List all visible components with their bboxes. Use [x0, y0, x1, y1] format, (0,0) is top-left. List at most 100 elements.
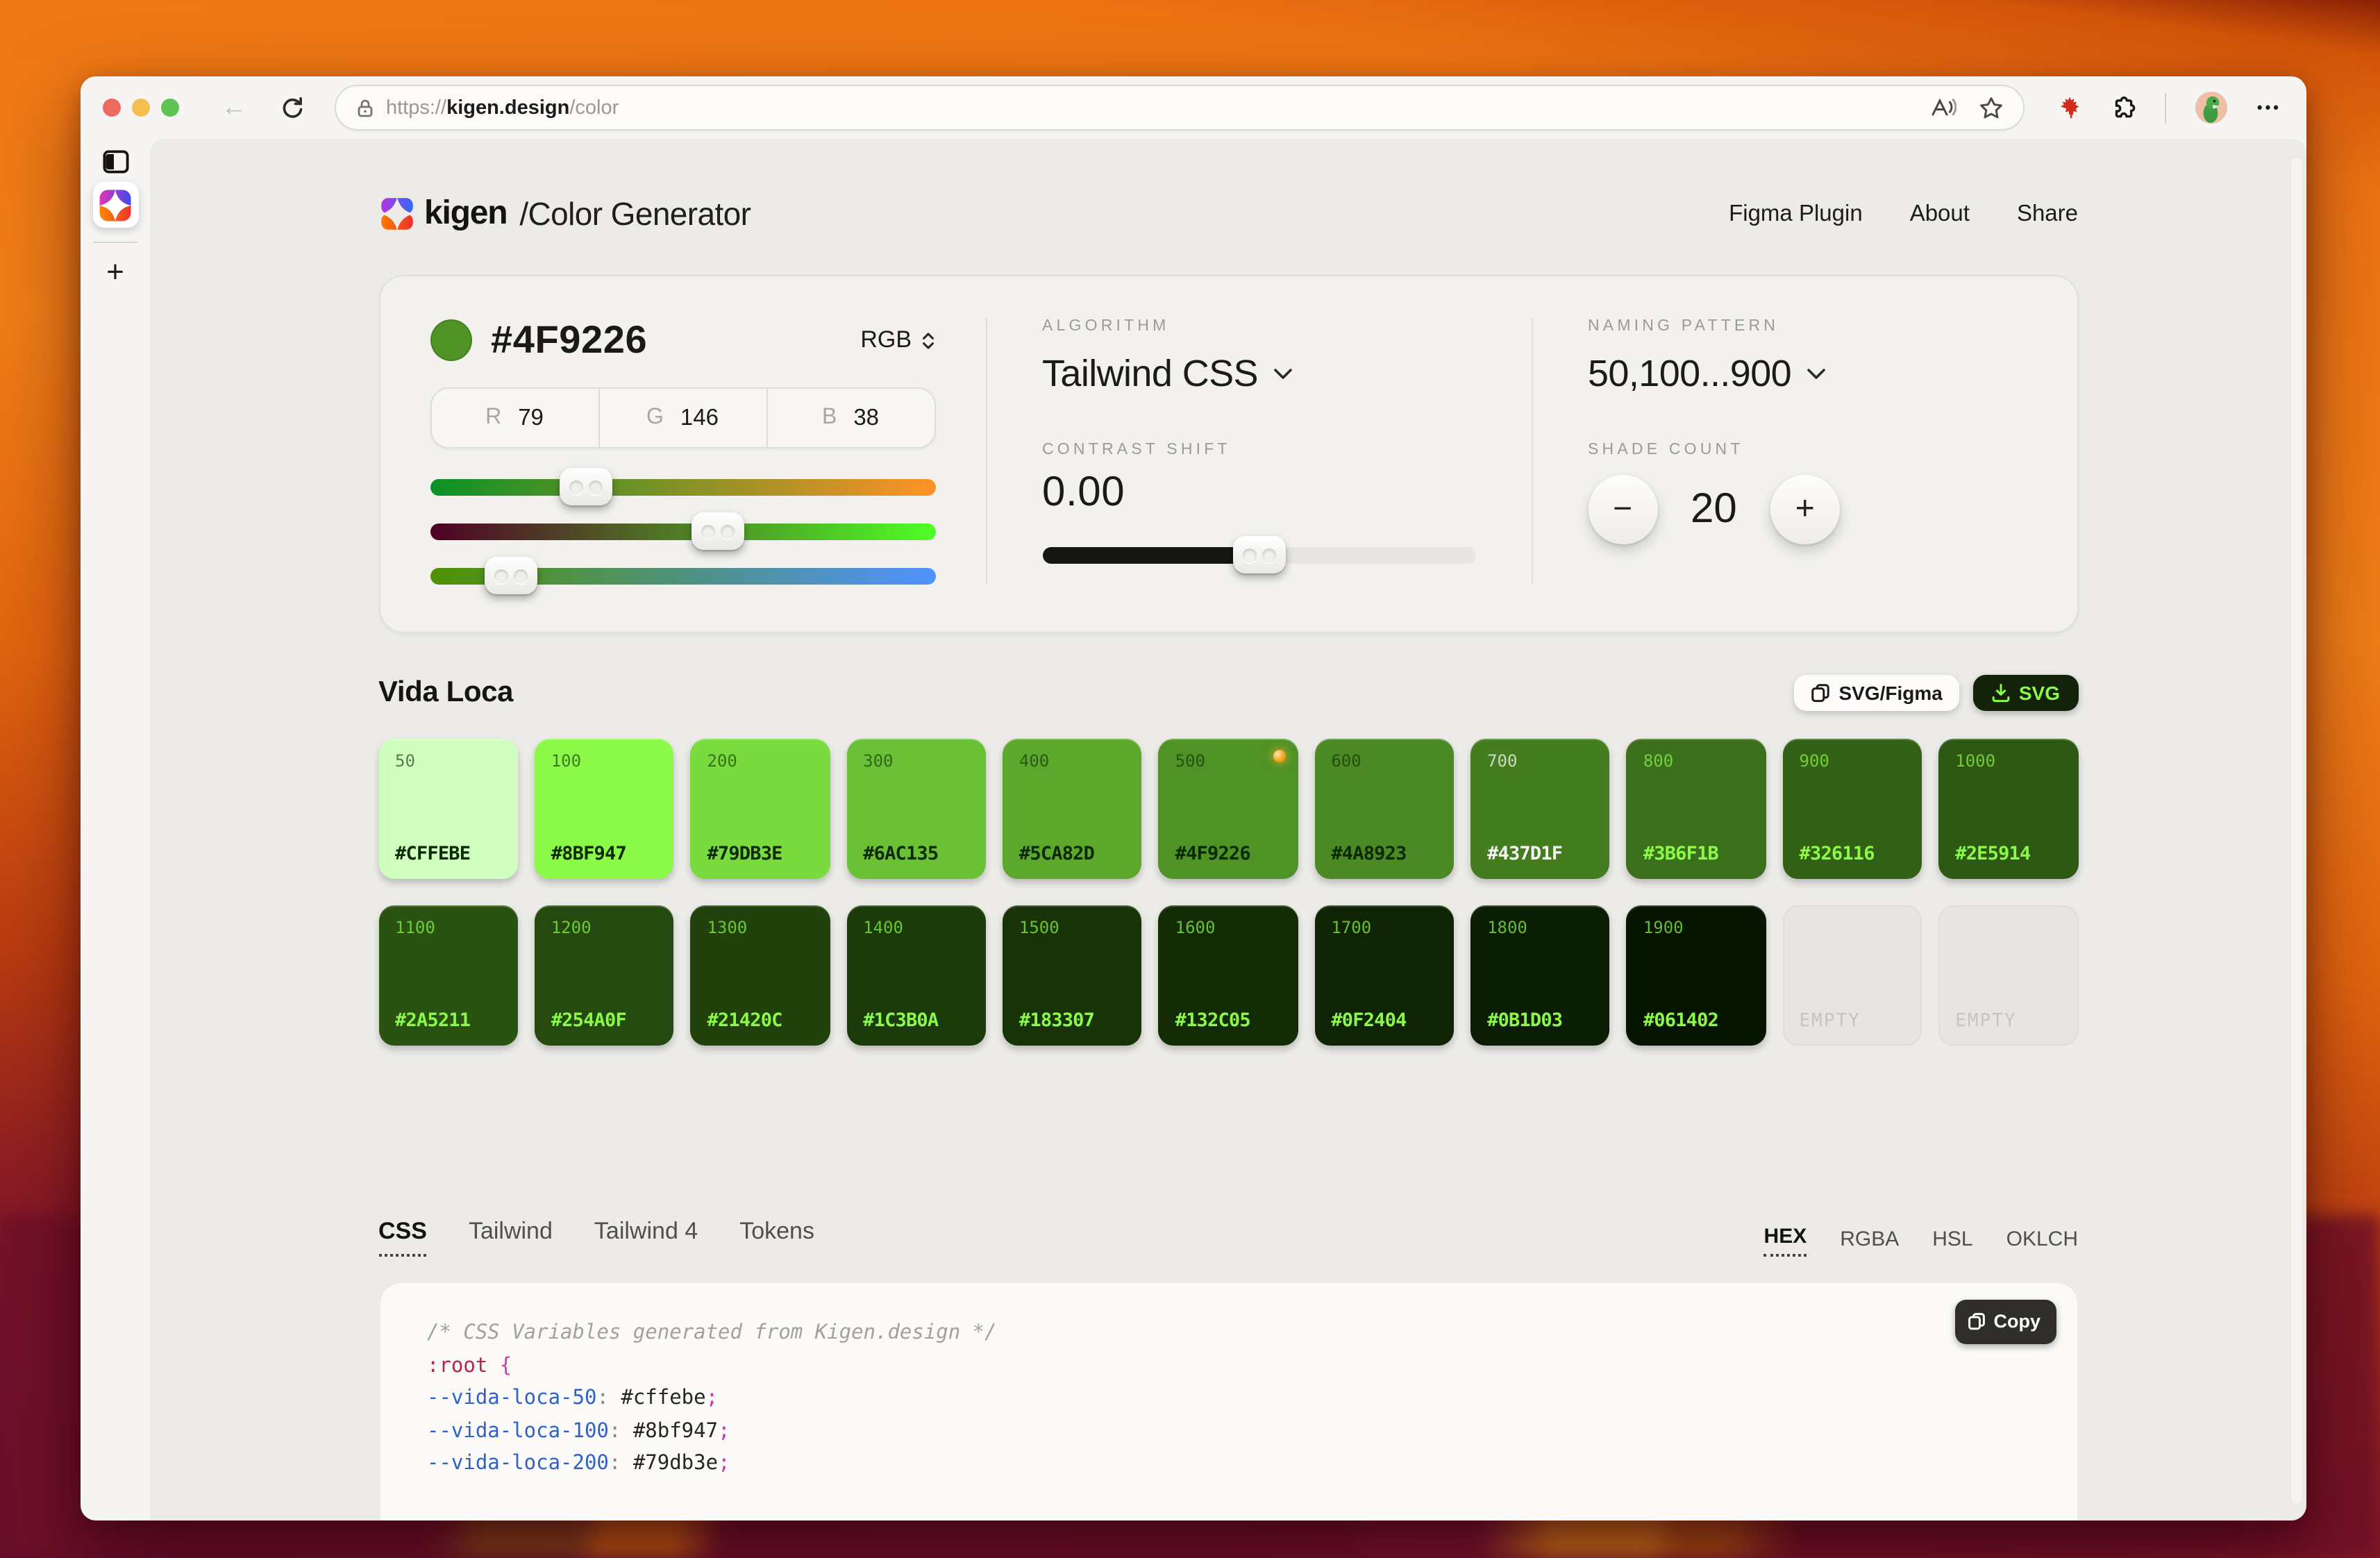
increase-shades-button[interactable]: + [1770, 475, 1840, 544]
swatch-1300[interactable]: 1300#21420C [690, 905, 830, 1046]
swatch-hex-value: #326116 [1800, 843, 1906, 865]
algorithm-label: ALGORITHM [1042, 318, 1475, 335]
favorite-star-icon[interactable] [1979, 95, 2004, 120]
swatch-100[interactable]: 100 #8BF947 [535, 739, 674, 879]
swatch-hex-value: #21420C [707, 1010, 813, 1032]
traffic-lights [103, 99, 179, 117]
swatch-1500[interactable]: 1500#183307 [1003, 905, 1142, 1046]
swatch-200[interactable]: 200 #79DB3E [690, 739, 830, 879]
swatch-hex-value: #061402 [1643, 1010, 1750, 1032]
copy-code-button[interactable]: Copy [1955, 1300, 2056, 1343]
slider-thumb-contrast[interactable] [1232, 536, 1285, 573]
kigen-logo-icon[interactable] [378, 196, 414, 232]
tab-strip-divider [93, 242, 137, 243]
close-window-button[interactable] [103, 99, 121, 117]
swatch-hex-value: #79DB3E [707, 843, 813, 865]
active-tab-favicon[interactable] [92, 182, 138, 228]
swatch-900[interactable]: 900#326116 [1783, 739, 1922, 879]
new-tab-button[interactable]: + [106, 257, 124, 287]
swatch-600[interactable]: 600#4A8923 [1314, 739, 1454, 879]
channel-r-field[interactable]: R79 [431, 389, 598, 447]
swatch-300[interactable]: 300#6AC135 [846, 739, 986, 879]
download-svg-button[interactable]: SVG [1973, 675, 2078, 711]
profile-avatar[interactable] [2196, 92, 2228, 124]
decrease-shades-button[interactable]: − [1588, 475, 1657, 544]
red-slider[interactable] [430, 479, 935, 496]
swatch-hex-value: #254A0F [551, 1010, 657, 1032]
maple-leaf-extension-icon[interactable] [2059, 95, 2082, 120]
channel-b-field[interactable]: B38 [766, 389, 934, 447]
format-hex[interactable]: HEX [1764, 1225, 1807, 1257]
swatch-shade-number: 1900 [1643, 918, 1750, 937]
back-icon[interactable]: ← [221, 94, 247, 121]
format-oklch[interactable]: OKLCH [2006, 1228, 2078, 1257]
swatch-shade-number: 700 [1487, 751, 1593, 771]
blue-slider[interactable] [430, 568, 935, 585]
channel-label: B [822, 405, 837, 430]
nav-link-share[interactable]: Share [2017, 201, 2078, 227]
swatch-1000[interactable]: 1000#2E5914 [1938, 739, 2078, 879]
swatch-1400[interactable]: 1400#1C3B0A [846, 905, 986, 1046]
swatch-500[interactable]: 500#4F9226 [1159, 739, 1298, 879]
swatch-shade-number: 1500 [1019, 918, 1125, 937]
algorithm-select[interactable]: Tailwind CSS [1042, 353, 1475, 396]
nav-link-figma-plugin[interactable]: Figma Plugin [1729, 201, 1863, 227]
palette-name[interactable]: Vida Loca [378, 676, 513, 710]
swatch-hex-value: #2E5914 [1955, 843, 2061, 865]
format-rgba[interactable]: RGBA [1840, 1228, 1899, 1257]
code-line: --vida-loca-100: #8bf947; [427, 1416, 2029, 1448]
swatch-700[interactable]: 700#437D1F [1470, 739, 1610, 879]
more-menu-icon[interactable]: ••• [2257, 99, 2281, 116]
format-hsl[interactable]: HSL [1932, 1228, 1972, 1257]
swatch-1100[interactable]: 1100#2A5211 [378, 905, 518, 1046]
browser-window: ← https://kigen.design/color [81, 76, 2306, 1521]
toolbar-extensions: ••• [2059, 92, 2281, 124]
swatch-50[interactable]: 50#CFFEBE [378, 739, 518, 879]
slider-thumb-r[interactable] [560, 468, 613, 505]
empty-label: EMPTY [1800, 1011, 1906, 1032]
swatch-1700[interactable]: 1700#0F2404 [1314, 905, 1454, 1046]
zoom-window-button[interactable] [161, 99, 179, 117]
nav-link-about[interactable]: About [1910, 201, 1970, 227]
tab-css[interactable]: CSS [378, 1218, 427, 1257]
swatch-grid: 50#CFFEBE 100 #8BF947 200 #79DB3E 300#6AC1354… [378, 739, 2078, 1046]
naming-select[interactable]: 50,100...900 [1588, 353, 2021, 396]
swatch-shade-number: 200 [707, 751, 813, 771]
shade-count-label: SHADE COUNT [1588, 442, 2021, 458]
current-hex-value[interactable]: #4F9226 [491, 318, 647, 362]
url-text: https://kigen.design/color [386, 97, 619, 119]
current-color-dot [430, 319, 471, 361]
slider-thumb-g[interactable] [692, 512, 744, 550]
swatch-400[interactable]: 400#5CA82D [1003, 739, 1142, 879]
sidebar-toggle-icon[interactable] [102, 150, 128, 174]
swatch-shade-number: 1600 [1175, 918, 1282, 937]
swatch-800[interactable]: 800#3B6F1B [1627, 739, 1766, 879]
swatch-shade-number: 800 [1643, 751, 1750, 771]
swatch-1200[interactable]: 1200#254A0F [535, 905, 674, 1046]
tab-tailwind-4[interactable]: Tailwind 4 [594, 1218, 698, 1257]
puzzle-extensions-icon[interactable] [2111, 95, 2136, 120]
swatch-1800[interactable]: 1800#0B1D03 [1470, 905, 1610, 1046]
address-bar[interactable]: https://kigen.design/color [335, 85, 2025, 131]
swatch-hex-value: #8BF947 [551, 843, 657, 865]
swatch-hex-value: #0B1D03 [1487, 1010, 1593, 1032]
brand-name[interactable]: kigen [424, 194, 507, 233]
slider-thumb-b[interactable] [484, 557, 537, 594]
contrast-slider[interactable] [1042, 547, 1475, 564]
tab-tokens[interactable]: Tokens [739, 1218, 814, 1257]
read-aloud-icon[interactable] [1931, 96, 1957, 119]
swatch-1900[interactable]: 1900 #061402 [1627, 905, 1766, 1046]
updown-chevrons-icon [920, 330, 935, 351]
swatch-1600[interactable]: 1600#132C05 [1159, 905, 1298, 1046]
channel-g-field[interactable]: G146 [598, 389, 766, 447]
swatch-shade-number: 100 [551, 751, 657, 771]
vertical-tab-strip: + [81, 139, 150, 1521]
reload-icon[interactable] [280, 96, 304, 119]
tab-tailwind[interactable]: Tailwind [469, 1218, 553, 1257]
copy-svg-figma-button[interactable]: SVG/Figma [1794, 675, 1959, 711]
green-slider[interactable] [430, 523, 935, 540]
page-scrollbar[interactable] [2291, 158, 2302, 1504]
color-mode-select[interactable]: RGB [860, 326, 935, 354]
minimize-window-button[interactable] [132, 99, 150, 117]
swatch-hex-value: #6AC135 [863, 843, 969, 865]
